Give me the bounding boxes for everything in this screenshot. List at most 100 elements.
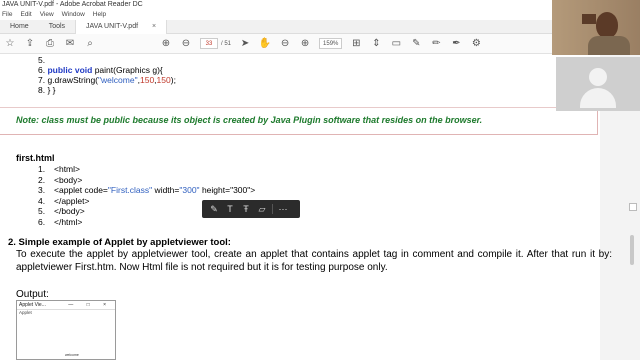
- divider: [272, 204, 273, 214]
- code-text: <applet code=: [54, 185, 108, 195]
- code-text: </applet>: [54, 195, 90, 206]
- menu-window[interactable]: Window: [62, 10, 85, 20]
- menu-view[interactable]: View: [40, 10, 54, 20]
- page-total: / 51: [221, 40, 232, 47]
- menu-file[interactable]: File: [2, 10, 12, 20]
- applet-output-text: welcome: [65, 353, 79, 357]
- avatar-head-icon: [589, 68, 607, 86]
- code-number: 150: [139, 75, 155, 85]
- select-cursor-icon[interactable]: ➤: [239, 38, 251, 50]
- code-line-5: 5.: [38, 55, 176, 65]
- section-paragraph: To execute the applet by appletviewer to…: [16, 249, 612, 273]
- menu-edit[interactable]: Edit: [20, 10, 31, 20]
- code-text: <html>: [54, 164, 80, 174]
- hand-tool-icon[interactable]: ✋: [259, 38, 271, 50]
- list-item: 3. <applet code="First.class" width="300"…: [38, 185, 255, 196]
- page-up-icon[interactable]: ⊕: [160, 38, 172, 50]
- code-line-number: 8.: [38, 85, 46, 95]
- list-item: 6. </html>: [38, 217, 255, 228]
- email-icon[interactable]: ✉: [64, 38, 76, 50]
- fit-page-icon[interactable]: ⊞: [350, 38, 362, 50]
- webcam-presenter: [552, 0, 640, 55]
- attr-value: "First.class": [107, 185, 153, 195]
- code-line-number: 7.: [38, 75, 46, 85]
- java-code-block: 5. 6. public void paint(Graphics g){ 7. …: [38, 55, 176, 95]
- code-line-7: 7. g.drawString("welcome",150,150);: [38, 75, 176, 85]
- window-title: JAVA UNIT-V.pdf - Adobe Acrobat Reader D…: [0, 0, 552, 10]
- note-text: Note: class must be public because its o…: [16, 115, 483, 125]
- list-number: 1.: [38, 164, 46, 174]
- search-icon[interactable]: ⌕: [84, 38, 96, 50]
- comment-icon[interactable]: ▭: [390, 38, 402, 50]
- zoom-in-icon[interactable]: ⊕: [299, 38, 311, 50]
- annotation-toolbar: ✎ T Ŧ ▱ ⋯: [202, 200, 300, 218]
- main-toolbar: ☆ ⇪ ⎙ ✉ ⌕ ⊕ ⊖ 33 / 51 ➤ ✋ ⊖ ⊕ 159% ⊞ ⇕ ▭…: [0, 34, 552, 54]
- attr-value: "300": [179, 185, 200, 195]
- list-item: 2. <body>: [38, 175, 255, 186]
- code-line-8: 8. } }: [38, 85, 176, 95]
- tab-home[interactable]: Home: [0, 20, 39, 34]
- side-panel-toggle-icon[interactable]: [629, 203, 637, 211]
- highlight-pen-icon[interactable]: ✎: [410, 38, 422, 50]
- zoom-level-select[interactable]: 159%: [319, 38, 343, 49]
- applet-viewer-screenshot: Applet Vie... — □ × Applet welcome: [16, 300, 116, 360]
- code-text: </body>: [54, 206, 85, 216]
- applet-window-title: Applet Vie...: [19, 302, 46, 308]
- code-line-6: 6. public void paint(Graphics g){: [38, 65, 176, 75]
- output-label: Output:: [16, 289, 49, 300]
- page-down-icon[interactable]: ⊖: [180, 38, 192, 50]
- text-icon[interactable]: T: [222, 204, 238, 214]
- fill-sign-icon[interactable]: ✒: [450, 38, 462, 50]
- applet-menu-label: Applet: [17, 309, 115, 315]
- menu-bar: File Edit View Window Help: [0, 10, 552, 20]
- list-number: 2.: [38, 174, 46, 185]
- first-html-heading: first.html: [16, 153, 55, 163]
- code-keyword: public void: [47, 65, 93, 75]
- tab-document[interactable]: JAVA UNIT-V.pdf ×: [75, 19, 168, 34]
- list-number: 3.: [38, 185, 46, 195]
- more-icon[interactable]: ⋯: [275, 204, 291, 215]
- tab-bar: Home Tools JAVA UNIT-V.pdf ×: [0, 19, 552, 34]
- bookmark-star-icon[interactable]: ☆: [4, 38, 16, 50]
- code-text: height="300">: [199, 185, 256, 195]
- code-text: );: [170, 75, 176, 85]
- code-text: <body>: [54, 174, 83, 185]
- menu-help[interactable]: Help: [93, 10, 106, 20]
- eraser-icon[interactable]: ▱: [254, 204, 270, 215]
- acrobat-window: JAVA UNIT-V.pdf - Adobe Acrobat Reader D…: [0, 0, 640, 360]
- code-line-number: 6.: [38, 65, 46, 75]
- code-text: </html>: [54, 216, 83, 227]
- webcam-avatar-placeholder: [556, 57, 640, 111]
- applet-window-titlebar: Applet Vie... — □ ×: [17, 301, 115, 309]
- zoom-out-icon[interactable]: ⊖: [279, 38, 291, 50]
- tab-tools[interactable]: Tools: [39, 20, 75, 34]
- code-text: paint(Graphics g){: [92, 65, 163, 75]
- presenter-body: [588, 36, 630, 55]
- scroll-mode-icon[interactable]: ⇕: [370, 38, 382, 50]
- close-tab-icon[interactable]: ×: [152, 23, 156, 30]
- page-number-input[interactable]: 33: [200, 38, 218, 49]
- avatar-body-icon: [580, 88, 616, 108]
- share-icon[interactable]: ⚙: [470, 38, 482, 50]
- print-icon[interactable]: ⎙: [44, 38, 56, 50]
- strike-icon[interactable]: Ŧ: [238, 204, 254, 214]
- applet-window-controls: — □ ×: [68, 302, 112, 308]
- list-number: 6.: [38, 216, 46, 227]
- page-indicator: 33 / 51: [200, 38, 231, 49]
- pen-icon[interactable]: ✎: [206, 204, 222, 215]
- code-number: 150: [156, 75, 171, 85]
- draw-icon[interactable]: ✏: [430, 38, 442, 50]
- list-item: 1. <html>: [38, 164, 255, 175]
- code-string: "welcome": [98, 75, 138, 85]
- vertical-scrollbar[interactable]: [630, 235, 634, 265]
- tab-document-label: JAVA UNIT-V.pdf: [86, 22, 139, 30]
- code-text: } }: [47, 85, 56, 95]
- section-heading: 2. Simple example of Applet by appletvie…: [8, 237, 231, 248]
- upload-icon[interactable]: ⇪: [24, 38, 36, 50]
- code-line-number: 5.: [38, 55, 46, 65]
- wall-frame: [582, 14, 596, 24]
- list-number: 4.: [38, 195, 46, 206]
- code-text: width=: [152, 185, 180, 195]
- document-page: 5. 6. public void paint(Graphics g){ 7. …: [0, 55, 640, 360]
- code-text: g.drawString(: [47, 75, 99, 85]
